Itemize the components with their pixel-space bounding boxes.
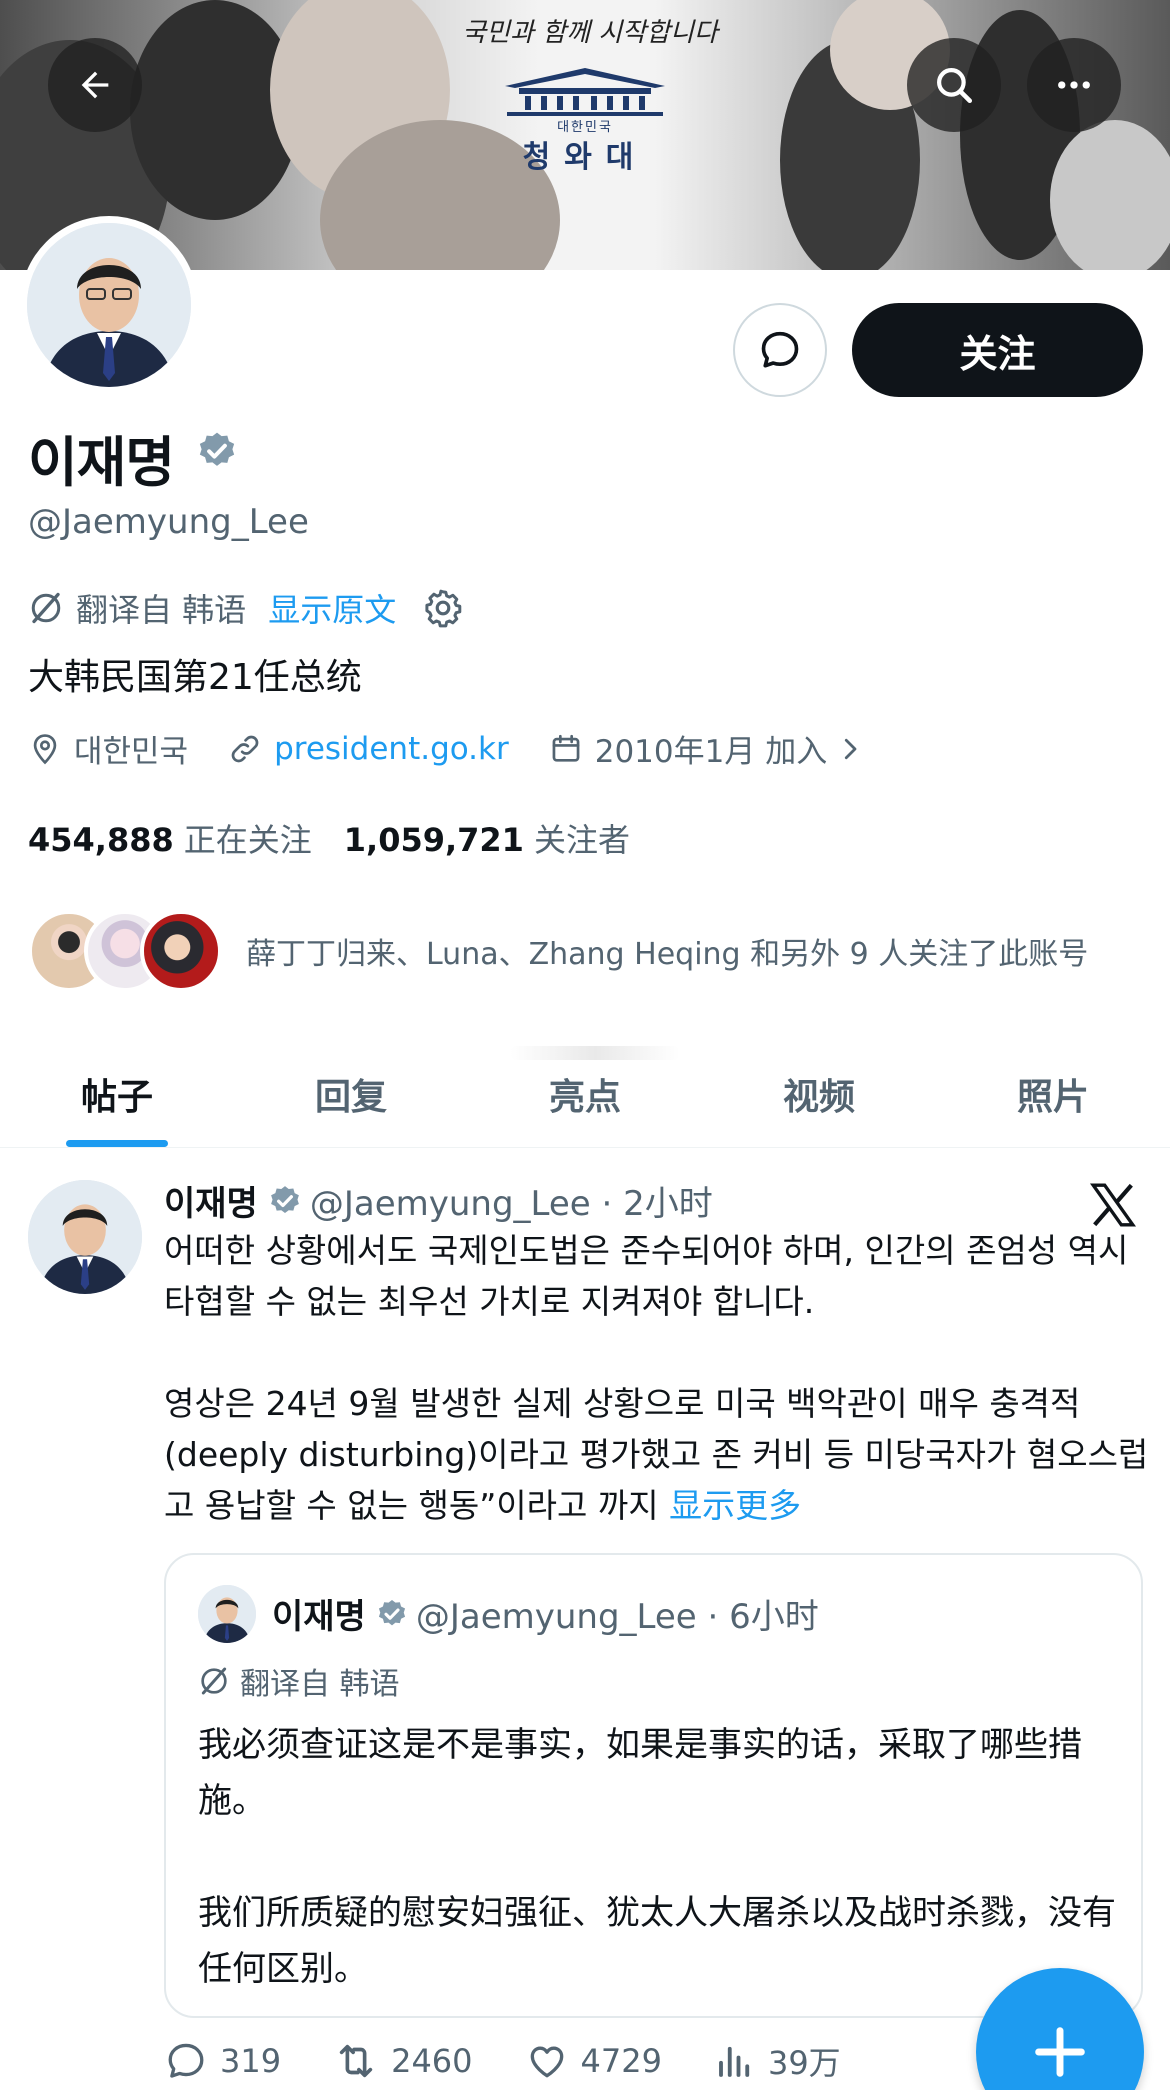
banner-slogan: 국민과 함께 시작합니다 [462,18,718,48]
show-more-link[interactable]: 显示更多 [669,1486,801,1525]
followed-by-text: 薛丁丁归来、Luna、Zhang Heqing 和另外 9 人关注了此账号 [246,937,1089,972]
followers-count: 1,059,721 [343,821,524,859]
quoted-author-name: 이재명 [272,1597,366,1637]
chevron-right-icon[interactable] [835,734,865,764]
followers-link[interactable]: 1,059,721 关注者 [344,815,630,861]
translate-icon [31,592,61,624]
tab-videos[interactable]: 视频 [702,1040,936,1147]
message-button[interactable] [733,303,827,397]
avatar-portrait [198,1585,256,1643]
quoted-tweet[interactable]: 이재명 @Jaemyung_Lee · 6小时 翻译自 韩语 我必须查证这是不是… [164,1553,1143,2018]
quoted-tweet-text: 我必须查证这是不是事实，如果是事实的话，采取了哪些措施。 我们所质疑的慰安妇强征… [198,1717,1118,1997]
profile-meta-row: 대한민국 president.go.kr 2010年1月 加入 [28,726,865,771]
quoted-paragraph: 我必须查证这是不是事实，如果是事实的话，采取了哪些措施。 [198,1725,1082,1821]
views-count: 39万 [767,2044,841,2082]
reply-icon [168,2043,204,2078]
quoted-handle-time: @Jaemyung_Lee · 6小时 [415,1597,819,1637]
follow-button[interactable]: 关注 [852,303,1143,397]
profile-bio: 大韩民国第21任总统 [28,657,362,698]
more-options-button[interactable] [1027,38,1121,132]
scroll-fade [510,1046,680,1060]
search-button[interactable] [907,38,1001,132]
retweet-count: 2460 [391,2042,473,2080]
blue-house-emblem-icon [505,68,665,116]
following-link[interactable]: 454,888 正在关注 [28,815,312,861]
like-icon [530,2046,563,2078]
profile-location: 대한민국 [74,734,189,770]
tweet-actions: 319 2460 4729 39万 [164,2038,893,2084]
banner-photo-shape [1050,120,1170,270]
calendar-icon [552,734,580,762]
location-icon [33,733,57,764]
verified-icon [199,432,235,466]
tweet-header: 이재명 @Jaemyung_Lee · 2小时 [164,1176,713,1225]
translate-icon [201,1667,227,1695]
quoted-translation-label: 翻译自 韩语 [198,1659,400,1703]
quoted-tweet-avatar [198,1585,256,1643]
following-label: 正在关注 [183,821,312,859]
tweet-avatar[interactable] [28,1180,142,1294]
bio-translation-row: 翻译自 韩语 显示原文 [28,585,464,631]
tweet-paragraph: 영상은 24년 9월 발생한 실제 상황으로 미국 백악관이 매우 충격적(de… [164,1384,1149,1525]
avatar-portrait [28,1180,142,1294]
message-icon [761,331,799,368]
more-icon [1058,81,1090,89]
profile-website-link[interactable]: president.go.kr [274,731,509,767]
translated-from-label: 翻译自 韩语 [76,591,247,629]
tab-replies[interactable]: 回复 [234,1040,468,1147]
show-original-link[interactable]: 显示原文 [268,585,396,631]
tab-posts[interactable]: 帖子 [0,1040,234,1147]
views-icon [719,2046,750,2077]
views-button[interactable]: 39万 [714,2038,841,2084]
profile-avatar[interactable] [20,216,198,394]
profile-banner[interactable]: 국민과 함께 시작합니다 대한민국 청와대 [0,0,1170,270]
verified-icon [270,1185,299,1213]
gear-icon[interactable] [422,587,464,629]
back-arrow-icon [81,71,109,99]
tab-photos[interactable]: 照片 [936,1040,1170,1147]
avatar-portrait [27,223,191,387]
tweet-text: 어떠한 상황에서도 국제인도법은 준수되어야 하며, 인간의 존엄성 역시 타협… [164,1225,1149,1531]
followers-label: 关注者 [533,821,630,859]
reply-count: 319 [220,2042,282,2080]
profile-display-name: 이재명 [28,431,175,494]
link-icon [231,735,259,762]
followed-by-row[interactable]: 薛丁丁归来、Luna、Zhang Heqing 和另外 9 人关注了此账号 [28,910,1088,992]
profile-handle: @Jaemyung_Lee [28,502,309,542]
x-logo-icon [1089,1183,1137,1227]
like-count: 4729 [580,2042,662,2080]
tweet-author-name[interactable]: 이재명 [164,1176,258,1225]
retweet-button[interactable]: 2460 [333,2038,473,2084]
like-button[interactable]: 4729 [525,2039,662,2083]
tweet-paragraph: 어떠한 상황에서도 국제인도법은 준수되어야 하며, 인간의 존엄성 역시 타협… [164,1231,1129,1321]
retweet-icon [339,2044,373,2078]
back-button[interactable] [48,38,142,132]
banner-emblem-title: 청와대 [522,140,648,175]
reply-button[interactable]: 319 [164,2039,281,2083]
profile-joined-date: 2010年1月 加入 [594,734,828,770]
quoted-paragraph: 我们所质疑的慰安妇强征、犹太人大屠杀以及战时杀戮，没有任何区别。 [198,1893,1116,1989]
profile-stats: 454,888 正在关注 1,059,721 关注者 [28,815,630,861]
following-count: 454,888 [28,821,174,859]
follower-avatar [140,910,222,992]
quoted-tweet-header: 이재명 @Jaemyung_Lee · 6小时 [272,1589,819,1638]
plus-icon [1035,2027,1085,2077]
tweet-handle-time: @Jaemyung_Lee · 2小时 [309,1184,713,1224]
search-icon [937,68,973,104]
verified-icon [378,1599,405,1625]
